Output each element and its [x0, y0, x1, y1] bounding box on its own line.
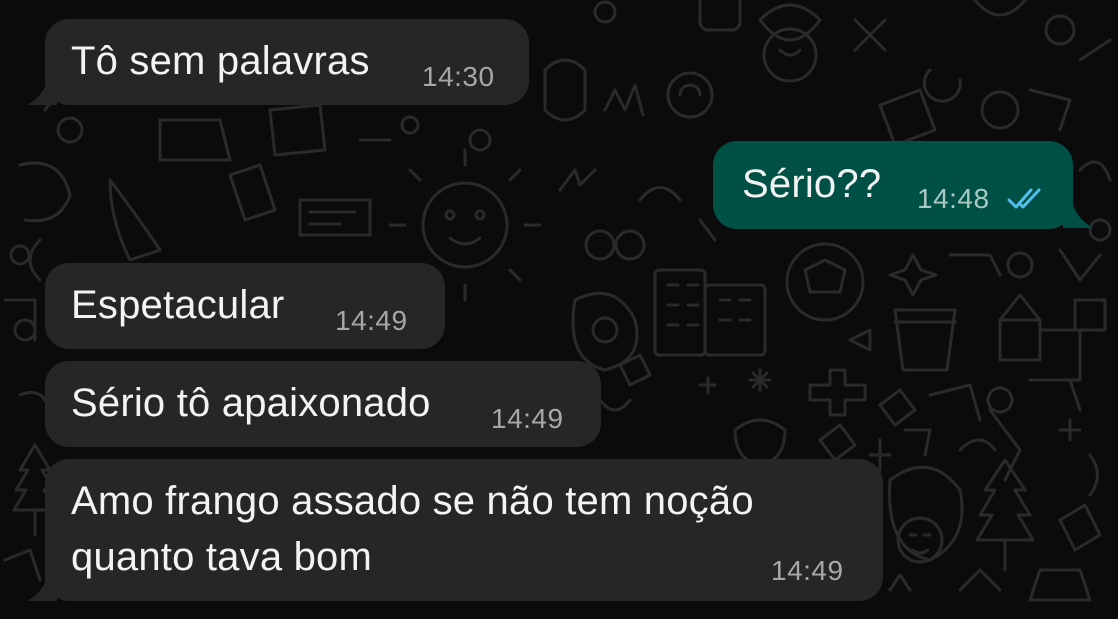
message-timestamp: 14:49 — [335, 305, 408, 336]
message-timestamp: 14:30 — [422, 61, 495, 92]
message-text-line-2: quanto tava bom — [71, 535, 372, 579]
incoming-bubble-tail — [27, 571, 57, 601]
incoming-bubble-tail — [27, 75, 57, 105]
chat-view[interactable]: Tô sem palavras 14:30 Sério?? 14:48 Espe… — [0, 0, 1118, 619]
message-text: Tô sem palavras — [71, 39, 370, 83]
message-text-line-1: Amo frango assado se não tem noção — [71, 479, 754, 523]
message-text: Sério tô apaixonado — [71, 381, 431, 425]
message-timestamp: 14:49 — [491, 403, 564, 434]
outgoing-bubble-tail — [1063, 198, 1093, 228]
message-timestamp: 14:49 — [771, 555, 844, 586]
incoming-message-bubble[interactable]: Amo frango assado se não tem noção quant… — [45, 459, 883, 601]
read-double-check-icon — [1007, 188, 1041, 209]
incoming-message-bubble[interactable]: Tô sem palavras 14:30 — [45, 19, 529, 105]
incoming-message-bubble[interactable]: Espetacular 14:49 — [45, 263, 445, 349]
message-text: Espetacular — [71, 283, 285, 327]
message-timestamp: 14:48 — [917, 183, 990, 214]
message-text: Sério?? — [742, 162, 882, 206]
incoming-message-bubble[interactable]: Sério tô apaixonado 14:49 — [45, 361, 601, 447]
outgoing-message-bubble[interactable]: Sério?? 14:48 — [713, 141, 1073, 229]
